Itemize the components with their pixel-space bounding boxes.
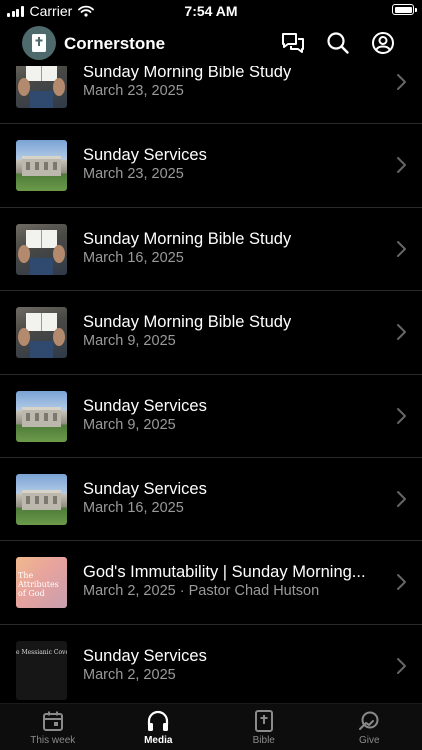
messianic-covenant-thumbnail: e Messianic Cove <box>16 640 67 700</box>
media-item[interactable]: Sunday Services March 23, 2025 <box>0 124 422 208</box>
media-item-title: Sunday Morning Bible Study <box>83 66 292 81</box>
media-item-date: March 2, 2025 <box>83 666 176 683</box>
media-item[interactable]: Sunday Morning Bible Study March 23, 202… <box>0 66 422 125</box>
media-list: Sunday Morning Bible Study March 23, 202… <box>0 66 422 704</box>
media-item-date: March 9, 2025 <box>83 416 176 433</box>
chevron-right-icon <box>397 407 406 424</box>
tab-label: Give <box>358 735 380 746</box>
media-item[interactable]: Sunday Services March 9, 2025 <box>0 375 422 458</box>
tab-give[interactable]: Give <box>317 704 422 750</box>
tab-label: This week <box>30 735 76 746</box>
tab-bar: This week Media Bible Give <box>0 703 422 750</box>
media-item-title: Sunday Services <box>83 479 207 498</box>
search-icon <box>327 32 349 54</box>
status-bar: Carrier 7:54 AM <box>0 0 422 22</box>
bible-logo-icon <box>32 34 46 52</box>
media-item-date: March 16, 2025 <box>83 499 184 516</box>
app-header: Cornerstone <box>0 24 422 62</box>
chevron-right-icon <box>397 74 406 90</box>
chevron-right-icon <box>397 574 406 591</box>
bible-study-thumbnail <box>16 223 67 275</box>
status-time: 7:54 AM <box>184 3 238 19</box>
chevron-right-icon <box>397 157 406 174</box>
tab-label: Media <box>144 735 173 746</box>
chat-icon <box>282 33 304 53</box>
media-item[interactable]: Sunday Services March 16, 2025 <box>0 458 422 542</box>
attributes-of-god-thumbnail: The Attributes of God <box>16 557 67 609</box>
messages-button[interactable] <box>280 30 306 56</box>
media-item[interactable]: e Messianic Cove Sunday Services March 2… <box>0 625 422 704</box>
media-item-title: Sunday Morning Bible Study <box>83 313 292 332</box>
search-button[interactable] <box>325 30 351 56</box>
media-item-title: Sunday Services <box>83 646 207 665</box>
bible-study-thumbnail <box>16 66 67 108</box>
media-item-date: March 16, 2025 <box>83 249 184 266</box>
media-item[interactable]: Sunday Morning Bible Study March 9, 2025 <box>0 291 422 375</box>
chevron-right-icon <box>397 324 406 341</box>
media-item-title: Sunday Services <box>83 396 207 415</box>
media-item-date: March 23, 2025 <box>83 83 184 99</box>
media-item-title: Sunday Services <box>83 146 207 165</box>
bible-study-thumbnail <box>16 307 67 359</box>
bible-icon <box>254 710 273 732</box>
tab-this-week[interactable]: This week <box>0 704 106 750</box>
profile-button[interactable] <box>370 30 396 56</box>
media-item[interactable]: The Attributes of God God's Immutability… <box>0 541 422 625</box>
battery-icon <box>392 4 417 15</box>
app-title: Cornerstone <box>64 34 166 53</box>
media-item[interactable]: Sunday Morning Bible Study March 16, 202… <box>0 208 422 292</box>
tab-media[interactable]: Media <box>106 704 212 750</box>
give-icon <box>359 711 379 730</box>
app-screen: Carrier 7:54 AM Cornerstone Sunday Morni… <box>0 0 422 750</box>
app-logo[interactable] <box>22 26 56 60</box>
church-thumbnail <box>16 140 67 192</box>
media-item-date: March 2, 2025 · Pastor Chad Hutson <box>83 583 320 600</box>
media-item-date: March 9, 2025 <box>83 333 176 350</box>
chevron-right-icon <box>397 657 406 674</box>
calendar-icon <box>42 711 63 731</box>
chevron-right-icon <box>397 240 406 257</box>
media-item-date: March 23, 2025 <box>83 166 184 183</box>
media-item-title: Sunday Morning Bible Study <box>83 229 292 248</box>
tab-label: Bible <box>252 735 275 746</box>
headphones-icon <box>148 710 169 731</box>
user-profile-icon <box>372 32 394 54</box>
church-thumbnail <box>16 390 67 442</box>
church-thumbnail <box>16 473 67 525</box>
media-item-title: God's Immutability | Sunday Morning... <box>83 563 366 582</box>
chevron-right-icon <box>397 490 406 507</box>
tab-bible[interactable]: Bible <box>211 704 317 750</box>
